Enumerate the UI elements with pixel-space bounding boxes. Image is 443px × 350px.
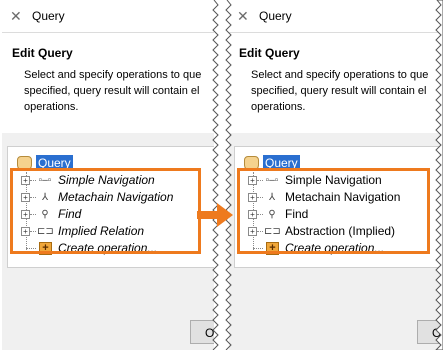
torn-edge-divider: [212, 0, 232, 350]
transition-arrow-icon: [197, 203, 233, 227]
dialog-banner: Edit Query Select and specify operations…: [229, 33, 441, 133]
banner-description: Select and specify operations to que spe…: [251, 69, 429, 113]
banner-title: Edit Query: [12, 46, 73, 60]
window-title: Query: [259, 9, 292, 23]
banner-description: Select and specify operations to que spe…: [24, 69, 202, 113]
title-bar: ✕ Query: [2, 0, 214, 33]
torn-edge-right: [435, 0, 443, 350]
banner-title: Edit Query: [239, 46, 300, 60]
app-icon: ✕: [237, 8, 249, 24]
title-bar: ✕ Query: [229, 0, 441, 33]
dialog-banner: Edit Query Select and specify operations…: [2, 33, 214, 133]
after-highlight-frame: [237, 168, 430, 254]
before-highlight-frame: [10, 168, 201, 254]
window-title: Query: [32, 9, 65, 23]
app-icon: ✕: [10, 8, 22, 24]
